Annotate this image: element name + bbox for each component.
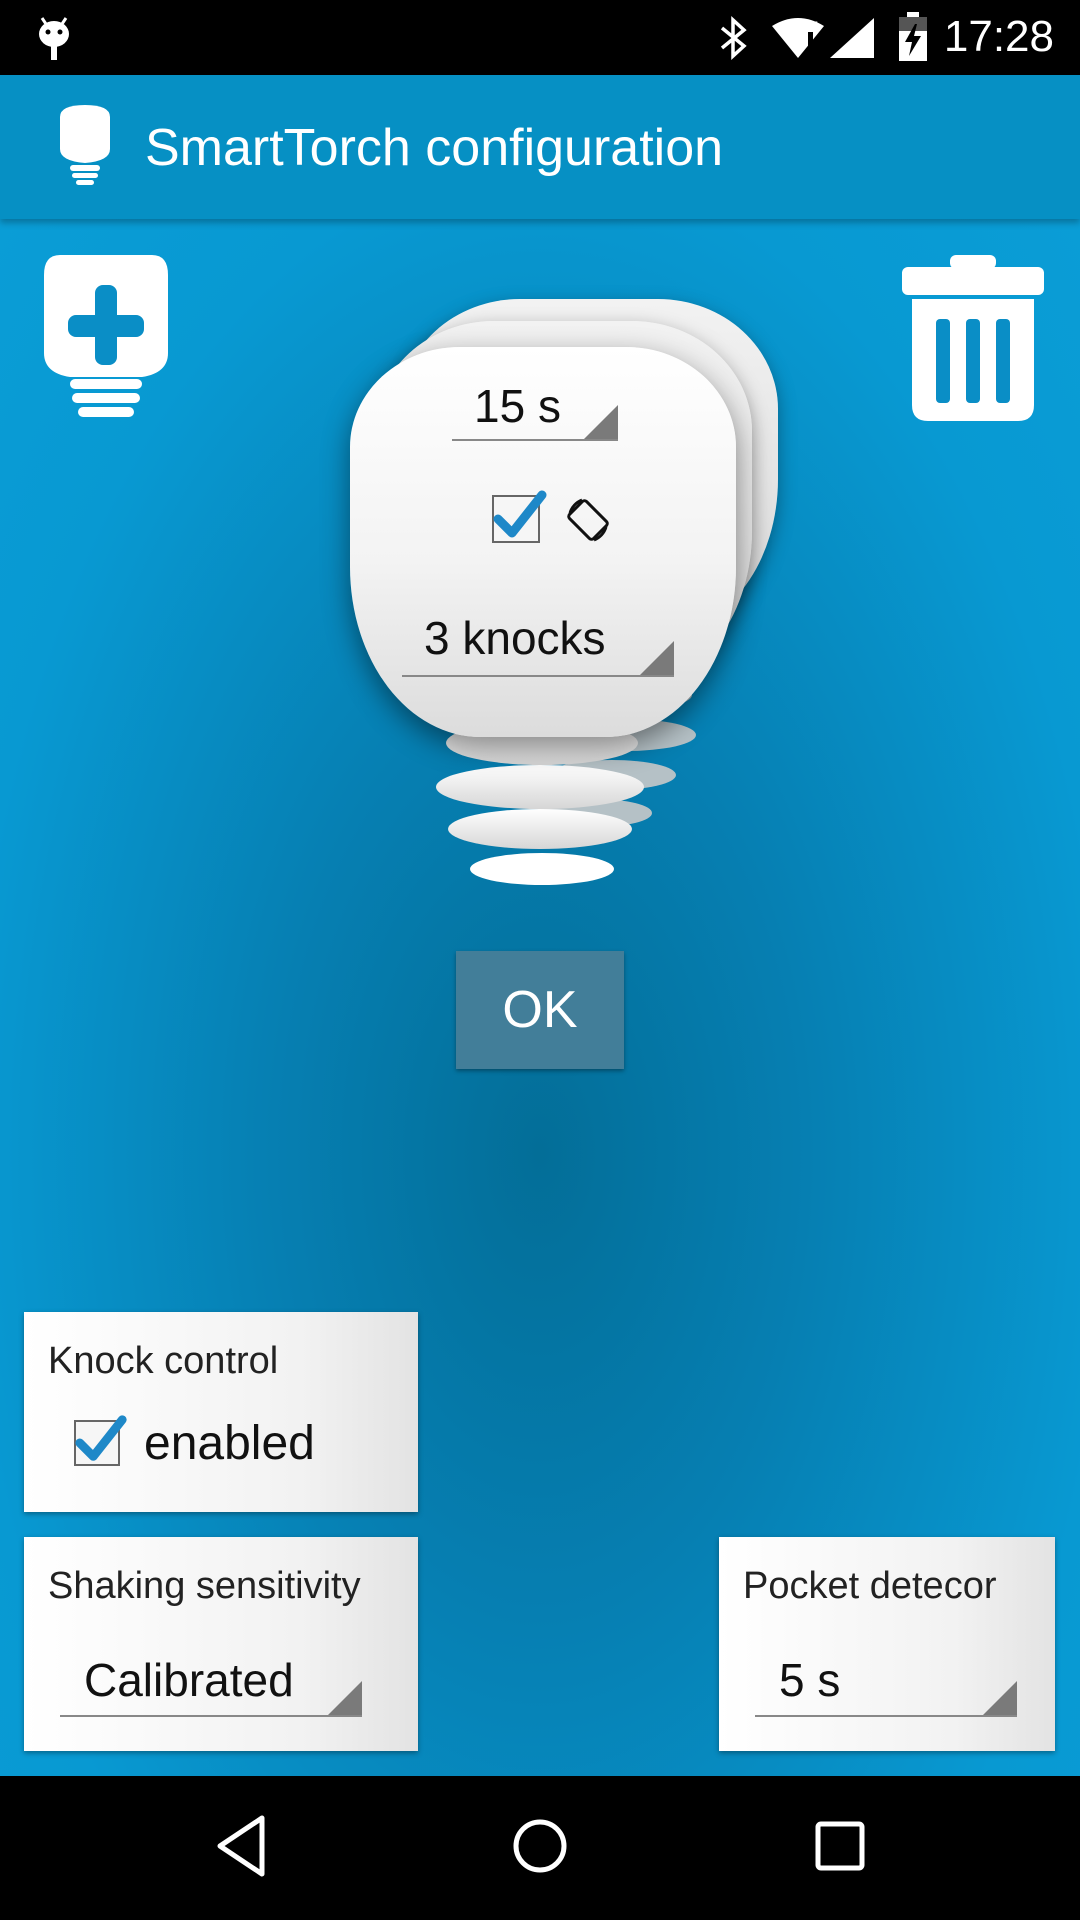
ok-button[interactable]: OK [456,951,624,1069]
svg-text:E: E [810,19,818,33]
home-icon[interactable] [508,1812,572,1880]
shaking-sensitivity-card: Shaking sensitivity Calibrated [24,1537,418,1751]
shaking-sensitivity-spinner[interactable]: Calibrated [60,1645,362,1717]
checkmark-icon [493,490,547,538]
knocks-spinner[interactable]: 3 knocks [402,609,674,677]
recents-icon[interactable] [812,1812,868,1880]
pocket-detector-spinner[interactable]: 5 s [755,1645,1017,1717]
status-clock: 17:28 [943,12,1054,61]
pocket-detector-title: Pocket detecor [743,1565,997,1607]
page-title: SmartTorch configuration [145,119,724,177]
timeout-value: 15 s [474,380,561,432]
timeout-spinner[interactable]: 15 s [452,375,618,441]
shaking-sensitivity-value: Calibrated [84,1654,294,1706]
dropdown-arrow-icon [983,1681,1017,1715]
android-debug-icon [39,17,69,60]
status-bar: E 17:28 [0,0,1080,75]
back-icon[interactable] [212,1812,272,1880]
bulb-icon [60,105,110,185]
torch-preview: 15 s 3 knocks [0,219,1080,919]
dropdown-arrow-icon [584,405,618,439]
battery-charging-icon [899,12,927,61]
knock-control-card: Knock control enabled [24,1312,418,1512]
knock-control-label: enabled [144,1417,315,1470]
bluetooth-icon [720,16,747,60]
knock-control-title: Knock control [48,1340,279,1382]
dropdown-arrow-icon [328,1681,362,1715]
dropdown-arrow-icon [640,641,674,675]
torch-bulb: 15 s 3 knocks [350,347,736,737]
wifi-icon: E [772,18,824,58]
screen-rotation-icon [567,498,609,542]
pocket-detector-value: 5 s [779,1654,841,1706]
navigation-bar [0,1776,1080,1920]
shaking-sensitivity-title: Shaking sensitivity [48,1565,361,1607]
pocket-detector-card: Pocket detecor 5 s [719,1537,1055,1751]
app-bar: SmartTorch configuration [0,75,1080,219]
main-content: 15 s 3 knocks OK Knock control enabled S… [0,219,1080,1776]
checkmark-icon [75,1415,127,1461]
signal-icon [830,18,874,58]
knocks-value: 3 knocks [424,612,606,664]
rotate-checkbox[interactable] [492,490,547,543]
knock-control-checkbox[interactable] [74,1415,127,1466]
